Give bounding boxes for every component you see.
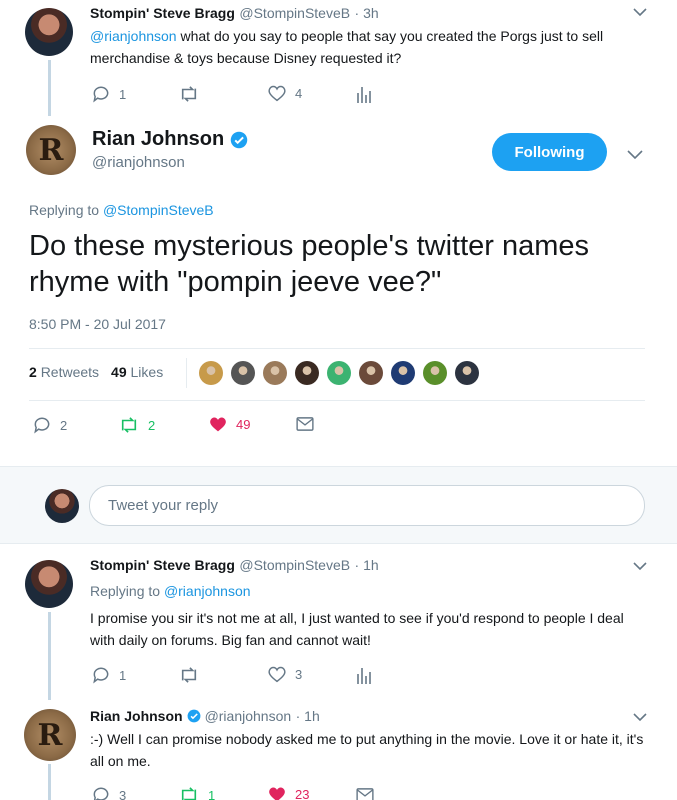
tweet2-text: I promise you sir it's not me at all, I … — [90, 610, 624, 648]
envelope-icon — [296, 417, 314, 431]
reply-icon — [93, 86, 109, 103]
tweet2-like-button[interactable]: 3 — [267, 665, 302, 683]
tweet3-header: Rian Johnson @rianjohnson · 1h — [90, 707, 320, 725]
avatar-rian-johnson[interactable]: R — [24, 709, 76, 761]
tweet3-retweet-button[interactable]: 1 — [178, 786, 215, 800]
main-tweet-timestamp[interactable]: 8:50 PM - 20 Jul 2017 — [29, 316, 166, 332]
retweet-icon — [181, 86, 197, 102]
retweet-icon — [181, 787, 197, 800]
liker-avatar[interactable] — [359, 361, 383, 385]
tweet1-retweet-button[interactable] — [178, 85, 208, 103]
avatar-stompin-steve[interactable] — [25, 560, 73, 608]
tweet2-header: Stompin' Steve Bragg @StompinSteveB · 1h — [90, 557, 379, 575]
tweet2-time[interactable]: · 1h — [355, 557, 379, 573]
main-tweet-author: Rian Johnson @rianjohnson — [92, 128, 248, 171]
following-button[interactable]: Following — [492, 133, 607, 171]
main-tweet-more-icon[interactable] — [627, 146, 643, 164]
reply-icon — [34, 417, 50, 434]
like-icon — [268, 666, 286, 683]
tweet3-dm-button[interactable] — [356, 788, 382, 800]
main-like-button[interactable]: 49 — [208, 415, 250, 433]
tweet1-reply-button[interactable]: 1 — [91, 84, 126, 104]
liker-avatar[interactable] — [231, 361, 255, 385]
retweet-icon — [181, 667, 197, 683]
tweet3-reply-button[interactable]: 3 — [91, 785, 126, 800]
tweet3-text: :-) Well I can promise nobody asked me t… — [90, 731, 644, 769]
verified-icon — [230, 131, 248, 148]
like-filled-icon — [269, 787, 285, 800]
tweet3-time[interactable]: · 1h — [296, 708, 320, 724]
tweet1-like-button[interactable]: 4 — [267, 84, 302, 102]
tweet1-time[interactable]: · 3h — [355, 5, 379, 21]
avatar-stompin-steve[interactable] — [25, 8, 73, 56]
tweet2-more-icon[interactable] — [633, 558, 647, 576]
likers-avatars — [199, 361, 479, 385]
tweet2-replying: Replying to @rianjohnson — [90, 583, 251, 599]
main-tweet-name[interactable]: Rian Johnson — [92, 128, 224, 151]
tweet3-more-icon[interactable] — [633, 709, 647, 727]
tweet2-handle[interactable]: @StompinSteveB — [239, 557, 350, 573]
thread-line — [48, 612, 51, 700]
divider — [29, 348, 645, 349]
liker-avatar[interactable] — [423, 361, 447, 385]
main-tweet-text: Do these mysterious people's twitter nam… — [29, 230, 590, 298]
main-retweet-button[interactable]: 2 — [118, 416, 155, 434]
tweet1-header: Stompin' Steve Bragg @StompinSteveB · 3h — [90, 5, 379, 23]
tweet3-like-button[interactable]: 23 — [267, 785, 309, 800]
liker-avatar[interactable] — [327, 361, 351, 385]
thread-line — [48, 60, 51, 116]
tweet1-text: @rianjohnson what do you say to people t… — [90, 28, 604, 66]
reply-icon — [93, 667, 109, 684]
replying-to-link[interactable]: @rianjohnson — [164, 583, 251, 599]
tweet1-more-icon[interactable] — [633, 4, 647, 22]
verified-icon — [187, 709, 200, 723]
main-tweet-handle[interactable]: @rianjohnson — [92, 154, 248, 171]
stats-separator — [186, 358, 187, 388]
replying-to-link[interactable]: @StompinSteveB — [103, 202, 214, 218]
tweet2-name[interactable]: Stompin' Steve Bragg — [90, 557, 235, 573]
like-filled-icon — [210, 417, 226, 432]
tweet1-handle[interactable]: @StompinSteveB — [239, 5, 350, 21]
liker-avatar[interactable] — [199, 361, 223, 385]
like-icon — [268, 85, 286, 102]
liker-avatar[interactable] — [391, 361, 415, 385]
main-reply-button[interactable]: 2 — [32, 415, 67, 435]
tweet-stats: 2 Retweets 49 Likes — [29, 364, 163, 380]
tweet3-name[interactable]: Rian Johnson — [90, 708, 183, 724]
retweets-stat[interactable]: 2 Retweets — [29, 364, 99, 380]
tweet2-retweet-button[interactable] — [178, 666, 208, 684]
tweet2-analytics-icon[interactable] — [356, 666, 380, 684]
tweet1-analytics-icon[interactable] — [356, 85, 380, 103]
liker-avatar[interactable] — [455, 361, 479, 385]
tweet-reply-input[interactable]: Tweet your reply — [89, 485, 645, 526]
main-dm-button[interactable] — [296, 417, 322, 431]
retweet-icon — [121, 417, 137, 433]
divider — [29, 400, 645, 401]
liker-avatar[interactable] — [263, 361, 287, 385]
liker-avatar[interactable] — [295, 361, 319, 385]
tweet2-reply-button[interactable]: 1 — [91, 665, 126, 685]
current-user-avatar — [45, 489, 79, 523]
tweet1-name[interactable]: Stompin' Steve Bragg — [90, 5, 235, 21]
thread-line — [48, 764, 51, 800]
likes-stat[interactable]: 49 Likes — [111, 364, 163, 380]
main-tweet-replying: Replying to @StompinSteveB — [29, 202, 214, 218]
tweet1-mention[interactable]: @rianjohnson — [90, 28, 177, 44]
reply-icon — [93, 787, 109, 800]
envelope-icon — [356, 788, 374, 800]
tweet3-handle[interactable]: @rianjohnson — [205, 708, 292, 724]
avatar-rian-johnson[interactable]: R — [26, 125, 76, 175]
